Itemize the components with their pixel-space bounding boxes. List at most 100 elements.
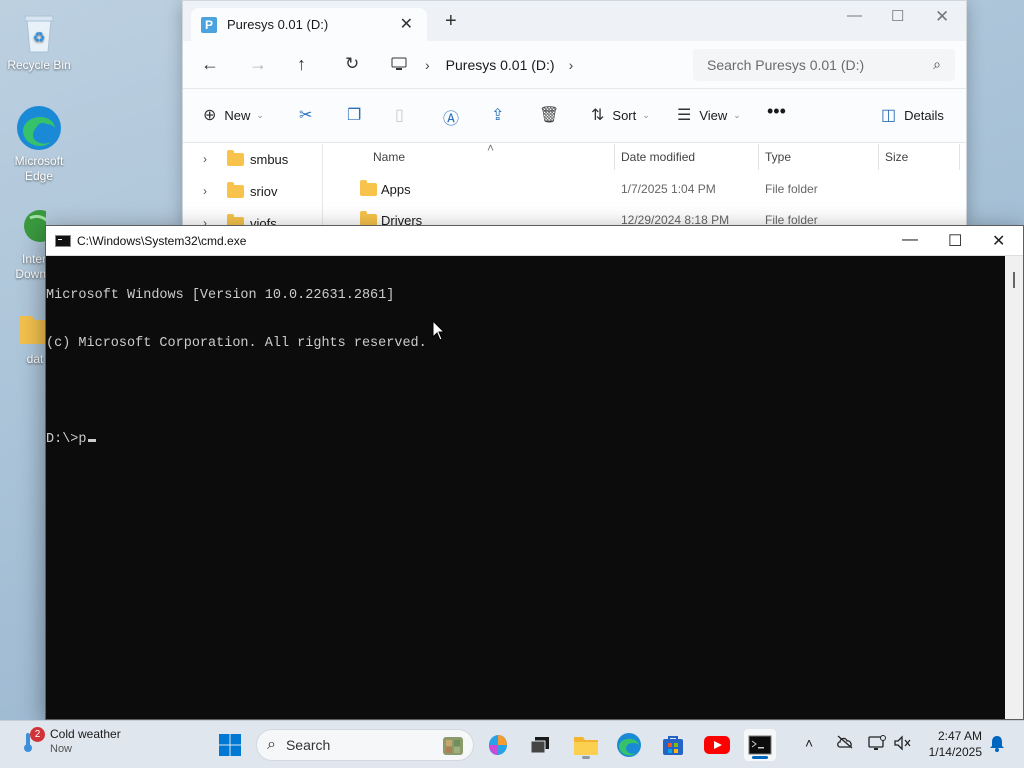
- system-clock[interactable]: 2:47 AM 1/14/2025: [920, 728, 982, 760]
- nav-item-label: sriov: [250, 183, 278, 199]
- rename-icon: Ⓐ: [443, 111, 460, 128]
- edge-taskbar-icon[interactable]: [613, 729, 645, 761]
- close-window-icon[interactable]: ✕: [992, 231, 1005, 251]
- trash-icon: 🗑: [539, 107, 560, 124]
- new-button[interactable]: ⊕ New ⌄: [203, 105, 264, 125]
- globe-icon: [10, 204, 46, 252]
- recycle-bin-icon: ♻: [15, 8, 63, 56]
- file-explorer-taskbar-icon[interactable]: [570, 729, 602, 761]
- console-line: (c) Microsoft Corporation. All rights re…: [46, 336, 427, 351]
- delete-button[interactable]: 🗑: [539, 105, 567, 125]
- data-folder-shortcut[interactable]: dat: [2, 304, 46, 367]
- console-prompt-line: D:\>p: [46, 432, 87, 447]
- windows-logo-icon: [219, 734, 241, 756]
- network-icon[interactable]: [868, 735, 886, 754]
- chevron-right-icon[interactable]: ›: [183, 152, 227, 166]
- new-label: New: [224, 107, 251, 123]
- column-divider[interactable]: [959, 144, 960, 170]
- back-icon[interactable]: ←: [201, 54, 219, 74]
- task-view-icon[interactable]: [524, 729, 556, 761]
- file-row[interactable]: Drivers 12/29/2024 8:18 PM File folder: [323, 205, 966, 225]
- refresh-icon[interactable]: ↻: [345, 54, 359, 74]
- file-row[interactable]: Apps 1/7/2025 1:04 PM File folder: [323, 174, 966, 204]
- sort-button[interactable]: ⇅ Sort ⌄: [591, 105, 650, 125]
- notification-badge: 2: [30, 727, 45, 742]
- nav-item-viofs[interactable]: › viofs: [183, 208, 323, 225]
- console-scrollbar[interactable]: [1005, 256, 1023, 719]
- scissors-icon: ✂: [299, 107, 313, 124]
- volume-muted-icon[interactable]: [893, 735, 911, 754]
- copilot-icon[interactable]: [482, 729, 514, 761]
- share-button[interactable]: ⇪: [491, 105, 512, 125]
- explorer-command-bar: ⊕ New ⌄ ✂ ❐ ▯ Ⓐ ⇪ 🗑 ⇅ Sort ⌄ ☰ View ⌄ ••…: [183, 89, 966, 143]
- column-divider[interactable]: [758, 144, 759, 170]
- start-button[interactable]: [214, 729, 246, 761]
- chevron-up-icon[interactable]: ˄: [805, 735, 813, 751]
- recycle-bin-shortcut[interactable]: ♻ Recycle Bin: [1, 8, 77, 73]
- column-date-modified[interactable]: Date modified: [621, 150, 695, 164]
- chevron-right-icon[interactable]: ›: [183, 184, 227, 198]
- file-date: 1/7/2025 1:04 PM: [621, 182, 716, 196]
- thermometer-icon: 2: [18, 727, 45, 755]
- view-button[interactable]: ☰ View ⌄: [677, 105, 741, 125]
- internet-download-shortcut[interactable]: Inter Down: [2, 204, 46, 282]
- nav-item-sriov[interactable]: › sriov: [183, 176, 323, 206]
- column-size[interactable]: Size: [885, 150, 908, 164]
- maximize-icon[interactable]: ☐: [948, 231, 962, 251]
- chevron-down-icon: ⌄: [256, 109, 264, 120]
- breadcrumb[interactable]: Puresys 0.01 (D:): [446, 57, 555, 73]
- weather-subtitle: Now: [50, 743, 73, 755]
- column-name[interactable]: Name: [373, 150, 405, 164]
- view-icon: ☰: [677, 107, 692, 124]
- command-prompt-window: C:\Windows\System32\cmd.exe — ☐ ✕ Micros…: [45, 225, 1024, 720]
- recycle-bin-label: Recycle Bin: [7, 58, 71, 72]
- view-label: View: [699, 107, 728, 123]
- forward-icon[interactable]: →: [249, 54, 267, 74]
- details-button[interactable]: ◫ Details: [881, 105, 944, 125]
- explorer-tab[interactable]: P Puresys 0.01 (D:) ✕: [191, 8, 427, 41]
- store-icon[interactable]: [657, 729, 689, 761]
- column-divider[interactable]: [878, 144, 879, 170]
- data-folder-label: dat: [26, 352, 44, 366]
- folder-icon: [227, 181, 244, 198]
- paste-button[interactable]: ▯: [395, 105, 412, 125]
- notification-bell-icon[interactable]: [989, 734, 1005, 755]
- youtube-icon[interactable]: [701, 729, 733, 761]
- maximize-icon[interactable]: ☐: [891, 7, 904, 25]
- column-divider[interactable]: [614, 144, 615, 170]
- weather-widget[interactable]: 2 Cold weather Now: [18, 727, 121, 755]
- copy-button[interactable]: ❐: [347, 105, 369, 125]
- active-indicator: [752, 756, 768, 759]
- up-icon[interactable]: ↑: [297, 54, 306, 74]
- this-pc-icon: [391, 57, 407, 74]
- console-output[interactable]: Microsoft Windows [Version 10.0.22631.28…: [46, 256, 1005, 719]
- column-type[interactable]: Type: [765, 150, 791, 164]
- svg-text:♻: ♻: [33, 29, 46, 45]
- breadcrumb-chevron-icon[interactable]: ›: [569, 57, 574, 73]
- minimize-icon[interactable]: —: [847, 7, 862, 24]
- nav-item-smbus[interactable]: › smbus: [183, 144, 323, 174]
- edge-label: Microsoft Edge: [14, 154, 64, 183]
- cmd-icon: [55, 234, 71, 247]
- cmd-taskbar-icon[interactable]: [744, 729, 776, 761]
- close-tab-icon[interactable]: ✕: [400, 14, 413, 34]
- search-input[interactable]: Search Puresys 0.01 (D:) ⌕: [693, 49, 955, 81]
- file-name: Apps: [381, 182, 411, 197]
- taskbar-search[interactable]: ⌕ Search: [256, 729, 474, 761]
- minimize-icon[interactable]: —: [902, 231, 918, 249]
- new-tab-button[interactable]: +: [445, 11, 457, 31]
- onedrive-offline-icon[interactable]: [836, 735, 854, 752]
- share-icon: ⇪: [491, 107, 505, 124]
- edge-shortcut[interactable]: Microsoft Edge: [1, 104, 77, 184]
- sort-ascending-icon: ˄: [487, 141, 495, 155]
- rename-button[interactable]: Ⓐ: [443, 105, 467, 129]
- search-highlight-icon: [441, 735, 465, 760]
- text-cursor: [87, 439, 96, 442]
- close-window-icon[interactable]: ✕: [935, 7, 949, 27]
- scrollbar-thumb[interactable]: [1013, 272, 1015, 288]
- more-options-icon[interactable]: •••: [767, 101, 786, 122]
- address-bar[interactable]: › Puresys 0.01 (D:) ›: [391, 51, 689, 79]
- cut-button[interactable]: ✂: [299, 105, 320, 125]
- cmd-title-bar[interactable]: C:\Windows\System32\cmd.exe — ☐ ✕: [46, 226, 1023, 256]
